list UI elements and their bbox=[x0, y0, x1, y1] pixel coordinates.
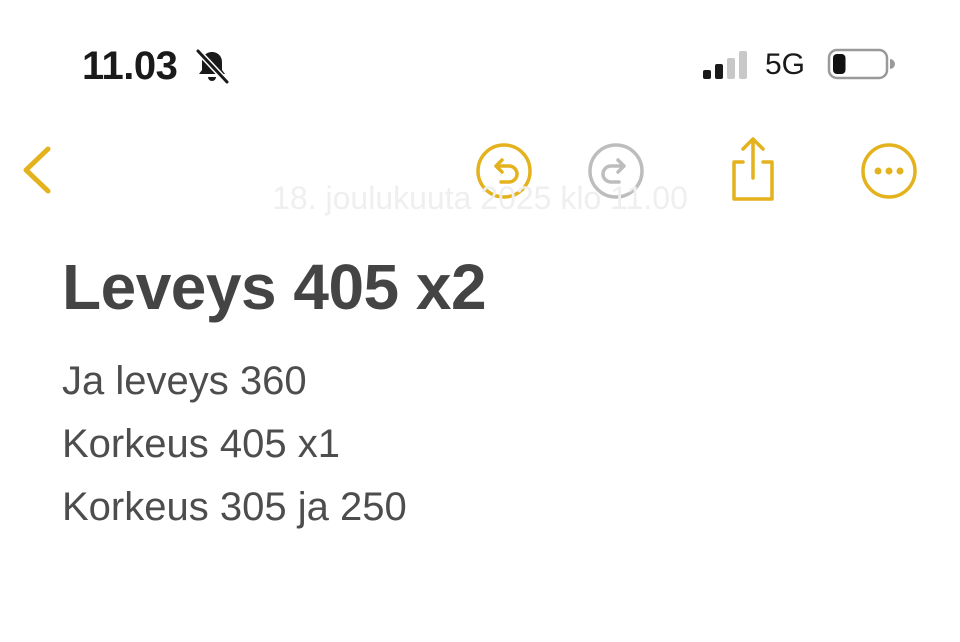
note-body[interactable]: Ja leveys 360 Korkeus 405 x1 Korkeus 305… bbox=[62, 350, 407, 539]
battery-icon bbox=[827, 48, 895, 80]
note-date: 18. joulukuuta 2025 klo 11.00 bbox=[272, 180, 688, 216]
cellular-signal-icon bbox=[703, 51, 747, 79]
notes-screen: 11.03 5G 18. joulukuuta 2025 klo 11.00 L… bbox=[0, 0, 960, 642]
status-time: 11.03 bbox=[82, 44, 178, 88]
note-title[interactable]: Leveys 405 x2 bbox=[62, 250, 487, 324]
bell-slash-icon bbox=[195, 48, 230, 85]
network-type: 5G bbox=[765, 48, 806, 81]
note-line: Korkeus 405 x1 bbox=[62, 422, 340, 466]
note-line: Ja leveys 360 bbox=[62, 359, 307, 403]
note-line: Korkeus 305 ja 250 bbox=[62, 485, 407, 529]
